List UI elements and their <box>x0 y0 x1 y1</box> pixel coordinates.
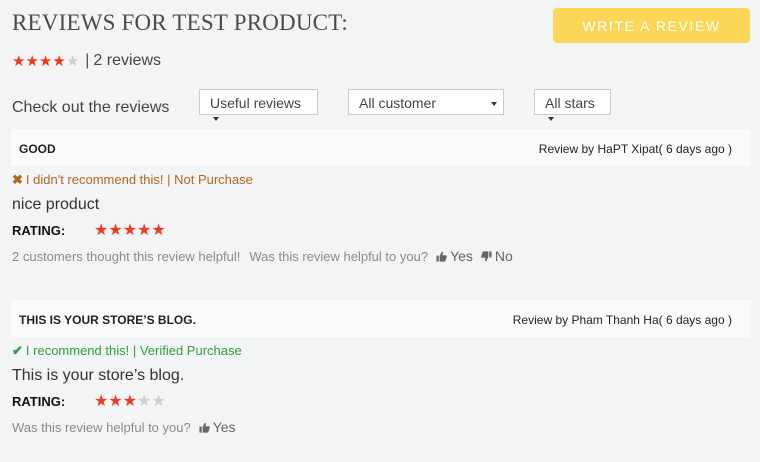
vote-yes-button[interactable]: Yes <box>436 248 473 264</box>
review-title: THIS IS YOUR STORE’S BLOG. <box>19 313 196 327</box>
helpful-row: Was this review helpful to you? Yes <box>12 419 236 435</box>
review-author: Review by Pham Thanh Ha( 6 days ago ) <box>512 313 732 327</box>
star-filled-icon: ★ <box>137 221 152 239</box>
caret-down-icon <box>491 102 497 106</box>
review-header: GOOD Review by HaPT Xipat( 6 days ago ) <box>11 129 751 166</box>
star-filled-icon: ★ <box>12 52 26 70</box>
review-rating: RATING: ★ ★ ★ ★ ★ <box>12 221 166 239</box>
star-filled-icon: ★ <box>52 52 66 70</box>
filters-label: Check out the reviews <box>12 99 170 116</box>
vote-yes-label: Yes <box>450 248 473 264</box>
star-filled-icon: ★ <box>38 52 53 70</box>
review-body: This is your store’s blog. <box>12 367 185 384</box>
page-title: REVIEWS FOR TEST PRODUCT: <box>12 10 348 35</box>
customer-filter-dropdown[interactable]: All customer <box>348 89 504 115</box>
rating-label: RATING: <box>12 222 66 238</box>
recommendation-status: ✖ I didn't recommend this! | Not Purchase <box>12 172 253 188</box>
star-filled-icon: ★ <box>108 392 123 410</box>
star-filled-icon: ★ <box>122 392 138 410</box>
stars-filter-dropdown[interactable]: All stars <box>534 89 611 122</box>
sort-dropdown-value: Useful reviews <box>210 95 302 111</box>
recommendation-text: I didn't recommend this! | Not Purchase <box>25 172 253 187</box>
review-body: nice product <box>12 196 100 213</box>
helpful-row: 2 customers thought this review helpful!… <box>12 248 513 264</box>
review-author: Review by HaPT Xipat( 6 days ago ) <box>538 142 732 156</box>
review-header: THIS IS YOUR STORE’S BLOG. Review by Pha… <box>11 300 751 337</box>
star-empty-icon: ★ <box>65 52 80 70</box>
rating-stars: ★ ★ ★ ★ ★ <box>94 221 166 239</box>
recommendation-text: I recommend this! | Verified Purchase <box>25 343 242 358</box>
thumbs-up-icon <box>199 422 210 433</box>
rating-stars: ★ ★ ★ ★ ★ <box>94 392 166 410</box>
sort-dropdown[interactable]: Useful reviews <box>199 89 318 122</box>
vote-yes-button[interactable]: Yes <box>199 419 236 435</box>
thumbs-up-icon <box>436 251 447 262</box>
recommendation-status: ✔ I recommend this! | Verified Purchase <box>12 343 242 359</box>
write-review-button[interactable]: WRITE A REVIEW <box>553 8 750 43</box>
star-empty-icon: ★ <box>151 392 166 410</box>
x-icon: ✖ <box>12 172 23 187</box>
star-filled-icon: ★ <box>94 392 109 410</box>
vote-no-label: No <box>494 248 513 264</box>
customer-filter-value: All customer <box>359 95 437 111</box>
helpful-question: Was this review helpful to you? <box>12 419 191 435</box>
star-filled-icon: ★ <box>108 221 123 239</box>
helpful-question: Was this review helpful to you? <box>249 248 429 264</box>
rating-summary: ★ ★ ★ ★ ★ | 2 reviews <box>12 50 161 72</box>
vote-yes-label: Yes <box>212 419 236 435</box>
review-rating: RATING: ★ ★ ★ ★ ★ <box>12 392 166 410</box>
star-empty-icon: ★ <box>137 392 152 410</box>
thumbs-down-icon <box>481 250 492 261</box>
caret-down-icon <box>213 117 219 122</box>
reviews-header: REVIEWS FOR TEST PRODUCT: WRITE A REVIEW <box>12 8 750 44</box>
review-title: GOOD <box>19 142 56 156</box>
filter-bar: Check out the reviews Useful reviews All… <box>12 89 750 122</box>
stars-filter-value: All stars <box>545 95 595 111</box>
helpful-count: 2 customers thought this review helpful! <box>12 248 241 264</box>
average-stars: ★ ★ ★ ★ ★ <box>12 54 79 69</box>
star-filled-icon: ★ <box>122 221 138 239</box>
vote-no-button[interactable]: No <box>481 248 513 264</box>
caret-down-icon <box>548 117 554 122</box>
check-icon: ✔ <box>12 343 23 358</box>
star-filled-icon: ★ <box>94 221 109 239</box>
rating-label: RATING: <box>12 393 66 409</box>
summary-separator: | <box>85 52 90 69</box>
review-count: 2 reviews <box>93 52 161 69</box>
star-filled-icon: ★ <box>151 221 166 239</box>
star-filled-icon: ★ <box>25 52 39 70</box>
